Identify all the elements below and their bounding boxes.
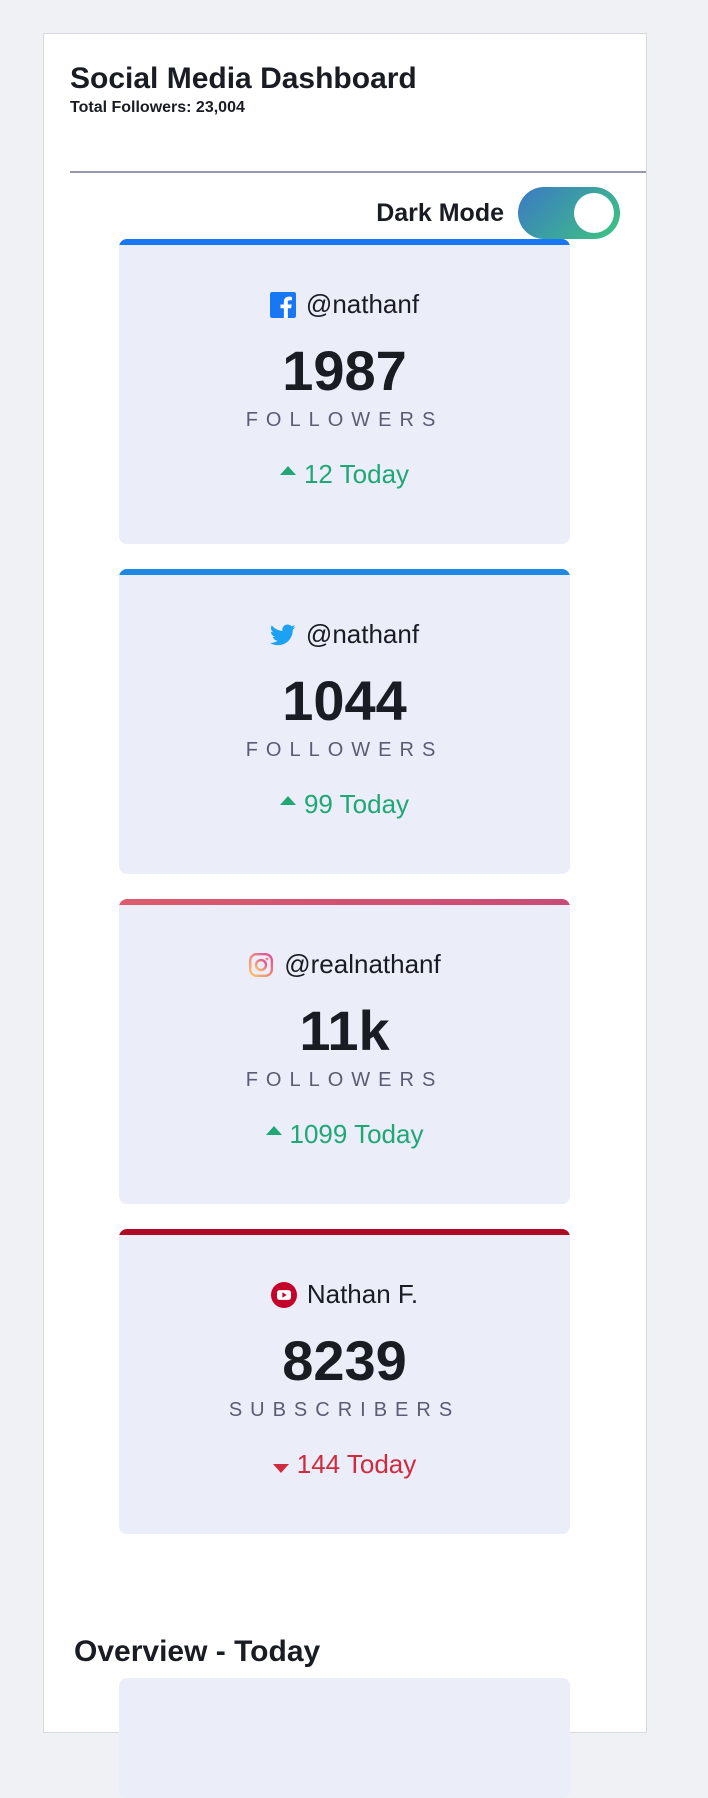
card-handle: @realnathanf xyxy=(284,949,441,979)
arrow-up-icon xyxy=(265,1126,282,1135)
card-change-text: 1099 Today xyxy=(289,1119,424,1149)
arrow-up-icon xyxy=(279,796,296,805)
card-count: 11k xyxy=(299,999,390,1062)
facebook-icon xyxy=(269,291,296,318)
total-followers: Total Followers: 23,004 xyxy=(70,99,245,116)
youtube-card[interactable]: Nathan F. 8239 SUBSCRIBERS 144 Today xyxy=(119,1229,570,1534)
arrow-up-icon xyxy=(279,466,296,475)
card-count: 8239 xyxy=(282,1329,407,1392)
card-unit: FOLLOWERS xyxy=(245,739,444,761)
card-handle: @nathanf xyxy=(305,289,420,319)
twitter-card[interactable]: @nathanf 1044 FOLLOWERS 99 Today xyxy=(119,569,570,874)
card-change: 99 Today xyxy=(119,789,570,820)
overview-title: Overview - Today xyxy=(74,1634,321,1668)
dark-mode-toggle[interactable] xyxy=(518,187,620,239)
dashboard-panel: Social Media Dashboard Total Followers: … xyxy=(43,33,647,1798)
card-change-text: 144 Today xyxy=(296,1449,417,1479)
card-accent-bar xyxy=(119,899,570,905)
card-count: 1987 xyxy=(282,339,407,402)
card-handle-row: @realnathanf xyxy=(119,949,570,980)
card-change: 1099 Today xyxy=(119,1119,570,1150)
header-divider xyxy=(70,171,646,173)
page-title: Social Media Dashboard xyxy=(70,62,417,95)
card-change-text: 99 Today xyxy=(303,789,410,819)
facebook-card[interactable]: @nathanf 1987 FOLLOWERS 12 Today xyxy=(119,239,570,544)
card-change: 144 Today xyxy=(119,1449,570,1480)
card-count: 1044 xyxy=(282,669,407,732)
instagram-icon xyxy=(249,952,274,977)
overview-card[interactable] xyxy=(119,1678,570,1798)
card-accent-bar xyxy=(119,239,570,245)
card-unit: SUBSCRIBERS xyxy=(228,1399,461,1421)
dark-mode-label: Dark Mode xyxy=(376,198,504,227)
header: Social Media Dashboard Total Followers: … xyxy=(70,62,646,117)
toggle-knob xyxy=(574,193,614,233)
card-handle-row: @nathanf xyxy=(119,289,570,320)
card-handle: Nathan F. xyxy=(306,1279,419,1309)
card-accent-bar xyxy=(119,569,570,575)
arrow-down-icon xyxy=(272,1464,289,1473)
card-unit: FOLLOWERS xyxy=(245,409,444,431)
youtube-icon xyxy=(270,1281,297,1308)
card-handle: @nathanf xyxy=(305,619,420,649)
card-change: 12 Today xyxy=(119,459,570,490)
twitter-icon xyxy=(269,623,296,645)
instagram-card[interactable]: @realnathanf 11k FOLLOWERS 1099 Today xyxy=(119,899,570,1204)
card-unit: FOLLOWERS xyxy=(245,1069,444,1091)
card-handle-row: @nathanf xyxy=(119,619,570,650)
card-change-text: 12 Today xyxy=(303,459,410,489)
card-accent-bar xyxy=(119,1229,570,1235)
dark-mode-control: Dark Mode xyxy=(376,187,620,239)
card-handle-row: Nathan F. xyxy=(119,1279,570,1310)
